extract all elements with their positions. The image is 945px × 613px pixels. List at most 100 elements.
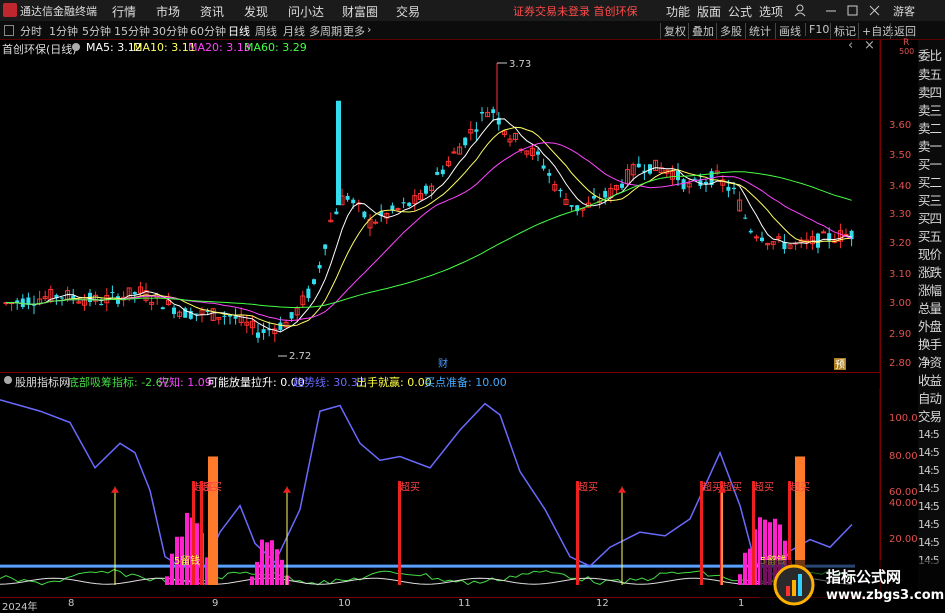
price-axis: R 500 3.60 3.50 3.40 3.30 3.20 3.10 3.00… [880, 38, 919, 600]
auto-trade-label[interactable]: 交易 [918, 406, 945, 425]
tool-huaxian[interactable]: 画线 [775, 23, 804, 39]
period-5min[interactable]: 5分钟 [82, 23, 111, 39]
chaomai-label: 超买 [578, 481, 598, 494]
settings-dot-icon[interactable] [4, 376, 12, 384]
quote-label[interactable]: 净资 [918, 352, 945, 371]
candle-body [491, 109, 496, 114]
candle-body [463, 137, 468, 146]
candle-body [345, 196, 350, 200]
xianzhi-bar [748, 548, 752, 585]
menu-jiaoyi[interactable]: 交易 [396, 3, 420, 20]
candle-body [312, 279, 316, 284]
quote-label[interactable]: 买三 [918, 190, 945, 209]
quote-label[interactable]: 外盘 [918, 316, 945, 335]
quote-label[interactable]: 买四 [918, 208, 945, 227]
time-tick: 14:5 [918, 536, 940, 549]
menu-gongshi[interactable]: 公式 [728, 3, 752, 20]
low-price-label: 2.72 [289, 351, 311, 362]
period-daily[interactable]: 日线 [228, 23, 250, 39]
xianzhi-bar [185, 512, 189, 585]
indicator-chart[interactable]: 超买超买超买超买超买超买超买超买5留钱5留钱 [0, 388, 880, 597]
ma60-line [5, 171, 852, 308]
candle-body [748, 230, 753, 233]
y-tick: 2.90 [889, 329, 912, 340]
quote-label[interactable]: 卖三 [918, 100, 945, 119]
sidebar-toggle-icon[interactable] [4, 25, 14, 36]
menu-hangqing[interactable]: 行情 [112, 3, 136, 20]
candle-body [172, 307, 176, 315]
candle-body [60, 297, 64, 299]
quote-label[interactable]: 换手 [918, 334, 945, 353]
candle-body [233, 316, 238, 319]
axis-corner-sub: 500 [899, 47, 915, 56]
ma5-line [5, 118, 852, 333]
quote-label[interactable]: 卖四 [918, 82, 945, 101]
quote-label[interactable]: 卖一 [918, 136, 945, 155]
tool-fuquan[interactable]: 复权 [660, 23, 689, 39]
candle-body [541, 165, 546, 169]
quote-label[interactable]: 现价 [918, 244, 945, 263]
period-15min[interactable]: 15分钟 [114, 23, 150, 39]
chevron-right-icon[interactable]: › [367, 23, 371, 36]
period-more[interactable]: 更多 [343, 23, 365, 39]
time-tick: 14:5 [918, 518, 940, 531]
quote-label[interactable]: 买一 [918, 154, 945, 173]
candle-body [334, 211, 339, 215]
y-tick: 3.10 [889, 269, 912, 280]
candle-body [636, 163, 641, 168]
quote-label[interactable]: 买二 [918, 172, 945, 191]
quote-label[interactable]: 卖二 [918, 118, 945, 137]
quote-label[interactable]: 委比 [918, 45, 945, 64]
tool-duogu[interactable]: 多股 [716, 23, 745, 39]
period-60min[interactable]: 60分钟 [190, 23, 226, 39]
chaomai-bar [398, 481, 401, 585]
candle-body [323, 244, 328, 249]
period-weekly[interactable]: 周线 [255, 23, 277, 39]
guest-label[interactable]: 游客 [893, 3, 915, 19]
tool-f10[interactable]: F10 [805, 23, 832, 36]
time-tick: 14:5 [918, 464, 940, 477]
menu-zixun[interactable]: 资讯 [200, 3, 224, 20]
candle-body [132, 292, 137, 295]
menu-shichang[interactable]: 市场 [156, 3, 180, 20]
menu-banmian[interactable]: 版面 [697, 3, 721, 20]
tool-biaoji[interactable]: 标记 [830, 23, 859, 39]
login-notice[interactable]: 证券交易未登录 首创环保 [513, 3, 638, 19]
chaomai-label: 超买 [790, 481, 810, 494]
quote-label[interactable]: 卖五 [918, 64, 945, 83]
y-tick: 3.50 [889, 150, 912, 161]
candle-body [160, 307, 165, 310]
xianzhi-bar [255, 561, 259, 585]
quote-label[interactable]: 总量 [918, 298, 945, 317]
quote-label[interactable]: 涨跌 [918, 262, 945, 281]
period-monthly[interactable]: 月线 [283, 23, 305, 39]
menu-faxian[interactable]: 发现 [244, 3, 268, 20]
xianzhi-bar [738, 574, 742, 585]
tool-diejia[interactable]: 叠加 [688, 23, 717, 39]
quote-label[interactable]: 涨幅 [918, 280, 945, 299]
period-multi[interactable]: 多周期 [309, 23, 342, 39]
candlestick-chart[interactable]: 3.73 2.72 财 预 [0, 40, 880, 372]
candle-body [440, 169, 445, 175]
quote-label[interactable]: 买五 [918, 226, 945, 245]
period-1min[interactable]: 1分钟 [49, 23, 78, 39]
fish-label: 5留钱 [174, 554, 200, 567]
tool-fanhui[interactable]: 返回 [890, 23, 919, 39]
date-tick: 9 [212, 598, 219, 609]
chaomai-bar [576, 481, 579, 585]
menu-caifuquan[interactable]: 财富圈 [342, 3, 378, 20]
auto-trade-label[interactable]: 自动 [918, 388, 945, 407]
period-fenshi[interactable]: 分时 [20, 23, 42, 39]
menu-xuanxiang[interactable]: 选项 [759, 3, 783, 20]
watermark-title: 指标公式网 [826, 568, 902, 586]
quote-label[interactable]: 收益 [918, 370, 945, 389]
menu-wenxiaoda[interactable]: 问小达 [288, 3, 324, 20]
period-30min[interactable]: 30分钟 [152, 23, 188, 39]
candle-body [536, 151, 540, 155]
candle-body [592, 196, 596, 199]
xianzhi-bar [275, 549, 279, 585]
candle-body [547, 173, 552, 176]
menu-gongneng[interactable]: 功能 [666, 3, 690, 20]
candle-body [99, 304, 104, 306]
tool-tongji[interactable]: 统计 [745, 23, 774, 39]
